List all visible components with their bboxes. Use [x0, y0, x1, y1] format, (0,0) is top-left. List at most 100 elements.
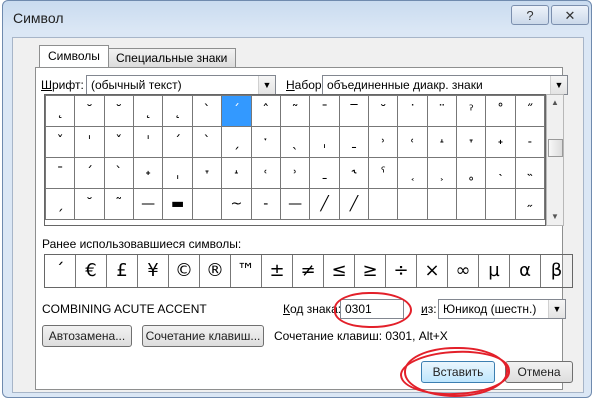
symbol-cell[interactable]: ˛	[162, 95, 193, 127]
font-select[interactable]: (обычный текст) ▼	[86, 75, 276, 95]
symbol-cell[interactable]: ˘	[74, 188, 105, 220]
recent-symbol-cell[interactable]: ≠	[293, 255, 324, 287]
symbol-cell[interactable]: ˊ	[74, 157, 105, 189]
symbol-cell[interactable]: ˙	[397, 95, 428, 127]
recent-symbol-cell[interactable]: α	[510, 255, 541, 287]
symbol-cell[interactable]: ˜	[103, 188, 134, 220]
recent-symbol-cell[interactable]: ≥	[355, 255, 386, 287]
symbol-cell[interactable]: ˳	[456, 157, 487, 189]
symbol-cell[interactable]: —	[279, 188, 311, 220]
symbol-cell[interactable]: ˱	[397, 157, 428, 189]
from-select[interactable]: Юникод (шестн.) ▼	[438, 299, 566, 319]
recent-symbol-cell[interactable]: ±	[262, 255, 293, 287]
symbol-cell[interactable]: ˊ	[162, 126, 193, 158]
close-button[interactable]: ✕	[551, 5, 589, 25]
symbol-cell[interactable]: ˋ	[191, 126, 223, 158]
recent-symbol-cell[interactable]: ≤	[324, 255, 355, 287]
symbol-cell[interactable]	[191, 188, 223, 220]
recent-symbol-cell[interactable]: ∞	[448, 255, 479, 287]
symbol-cell[interactable]: ˋ	[103, 157, 134, 189]
symbol-cell[interactable]: ˘	[368, 95, 399, 127]
symbol-cell[interactable]: ˎ	[279, 126, 311, 158]
symbol-cell[interactable]	[426, 188, 458, 220]
symbol-cell[interactable]: ˝	[514, 95, 546, 127]
symbol-cell[interactable]: ˴	[485, 157, 516, 189]
symbol-cell[interactable]: ╱	[338, 188, 370, 220]
symbol-grid[interactable]: ˛ ˘ ˘ ˛ ˛ ` ˊ ˆ ˜ ¯ ‾ ˘ ˙ ¨ ˀ ˚ ˝ ˇ ˈ ˇ ˈ ˊ ˋ ˏ ˑ ˎ ˌ ˍ ˒ ˓ ˔ ˕ ˖ ˗ ˉ ˊ ˋ ˖ ˌ ˕…	[44, 94, 546, 226]
symbol-cell[interactable]	[368, 188, 399, 220]
recent-symbol-cell[interactable]: ©	[169, 255, 200, 287]
symbol-cell[interactable]: ‾	[338, 95, 370, 127]
symbol-cell[interactable]: ▬	[162, 188, 193, 220]
tab-symbols[interactable]: Символы	[39, 45, 109, 67]
symbol-cell[interactable]: ˖	[132, 157, 164, 189]
symbol-cell[interactable]: ˕	[456, 126, 487, 158]
symbol-cell[interactable]: ˜	[279, 95, 311, 127]
symbol-cell[interactable]: ˘	[103, 95, 134, 127]
symbol-cell[interactable]: ˇ	[103, 126, 134, 158]
symbol-cell[interactable]: ˈ	[74, 126, 105, 158]
symbol-cell[interactable]: ˌ	[309, 126, 340, 158]
recent-symbol-cell[interactable]: €	[76, 255, 107, 287]
symbol-cell[interactable]: ~	[221, 188, 252, 220]
symbol-cell[interactable]: ˈ	[132, 126, 164, 158]
symbol-cell[interactable]: ˔	[221, 157, 252, 189]
scroll-thumb[interactable]	[548, 139, 563, 157]
symbol-cell[interactable]: ˒	[279, 157, 311, 189]
cancel-button[interactable]: Отмена	[505, 361, 573, 383]
scroll-down-icon[interactable]: ▼	[547, 209, 563, 225]
recent-symbol-cell[interactable]: ˊ	[45, 255, 76, 287]
symbol-cell[interactable]: ¨	[426, 95, 458, 127]
symbol-cell[interactable]: ˗	[514, 126, 546, 158]
symbol-cell[interactable]: ˕	[191, 157, 223, 189]
symbol-cell[interactable]: ˘	[74, 95, 105, 127]
symbol-cell[interactable]: ˞	[338, 157, 370, 189]
symbol-cell[interactable]: ˲	[426, 157, 458, 189]
symbol-cell[interactable]: ˁ	[368, 157, 399, 189]
recent-symbol-cell[interactable]: ™	[231, 255, 262, 287]
recent-symbol-cell[interactable]: ×	[417, 255, 448, 287]
recent-symbol-cell[interactable]: ÷	[386, 255, 417, 287]
symbol-cell[interactable]: ˵	[514, 157, 546, 189]
symbol-cell[interactable]: ˏ	[221, 126, 252, 158]
symbol-cell[interactable]: ˛	[132, 95, 164, 127]
symbol-cell[interactable]: ˆ	[250, 95, 281, 127]
symbol-cell[interactable]: ˑ	[250, 126, 281, 158]
symbol-cell[interactable]: ˔	[426, 126, 458, 158]
symbol-cell[interactable]: ˍ	[309, 157, 340, 189]
symbol-cell[interactable]: `	[191, 95, 223, 127]
tab-special-characters[interactable]: Специальные знаки	[107, 48, 237, 67]
symbol-cell[interactable]: ˶	[514, 188, 546, 220]
recent-symbol-cell[interactable]: µ	[479, 255, 510, 287]
symbol-cell[interactable]: ╱	[309, 188, 340, 220]
symbol-cell[interactable]: ˏ	[44, 188, 76, 220]
symbol-cell[interactable]: ˍ	[338, 126, 370, 158]
symbol-cell[interactable]: ˌ	[162, 157, 193, 189]
recent-symbol-cell[interactable]: ¥	[138, 255, 169, 287]
help-button[interactable]: ?	[511, 5, 549, 25]
recent-symbol-cell[interactable]: β	[541, 255, 572, 287]
recent-symbol-cell[interactable]: £	[107, 255, 138, 287]
symbol-cell[interactable]: ˒	[368, 126, 399, 158]
symbol-cell[interactable]: —	[132, 188, 164, 220]
symbol-cell[interactable]: ˓	[250, 157, 281, 189]
symbol-cell[interactable]: ˉ	[44, 157, 76, 189]
symbol-cell[interactable]	[485, 188, 516, 220]
symbol-cell[interactable]: ˊ	[221, 95, 252, 127]
shortcut-key-button[interactable]: Сочетание клавиш...	[142, 325, 264, 347]
grid-scrollbar[interactable]: ▲ ▼	[546, 94, 564, 226]
symbol-cell[interactable]: ˀ	[456, 95, 487, 127]
symbol-cell[interactable]	[456, 188, 487, 220]
symbol-cell[interactable]: ˓	[397, 126, 428, 158]
symbol-cell[interactable]: ˇ	[44, 126, 76, 158]
scroll-up-icon[interactable]: ▲	[547, 95, 563, 111]
symbol-cell[interactable]: ˚	[485, 95, 516, 127]
symbol-cell[interactable]	[397, 188, 428, 220]
subset-select[interactable]: объединенные диакр. знаки ▼	[322, 75, 568, 95]
symbol-cell[interactable]: ˖	[485, 126, 516, 158]
recent-symbol-cell[interactable]: ®	[200, 255, 231, 287]
symbol-cell[interactable]: ‐	[250, 188, 281, 220]
autocorrect-button[interactable]: Автозамена...	[42, 325, 132, 347]
symbol-cell[interactable]: ¯	[309, 95, 340, 127]
symbol-cell[interactable]: ˛	[44, 95, 76, 127]
